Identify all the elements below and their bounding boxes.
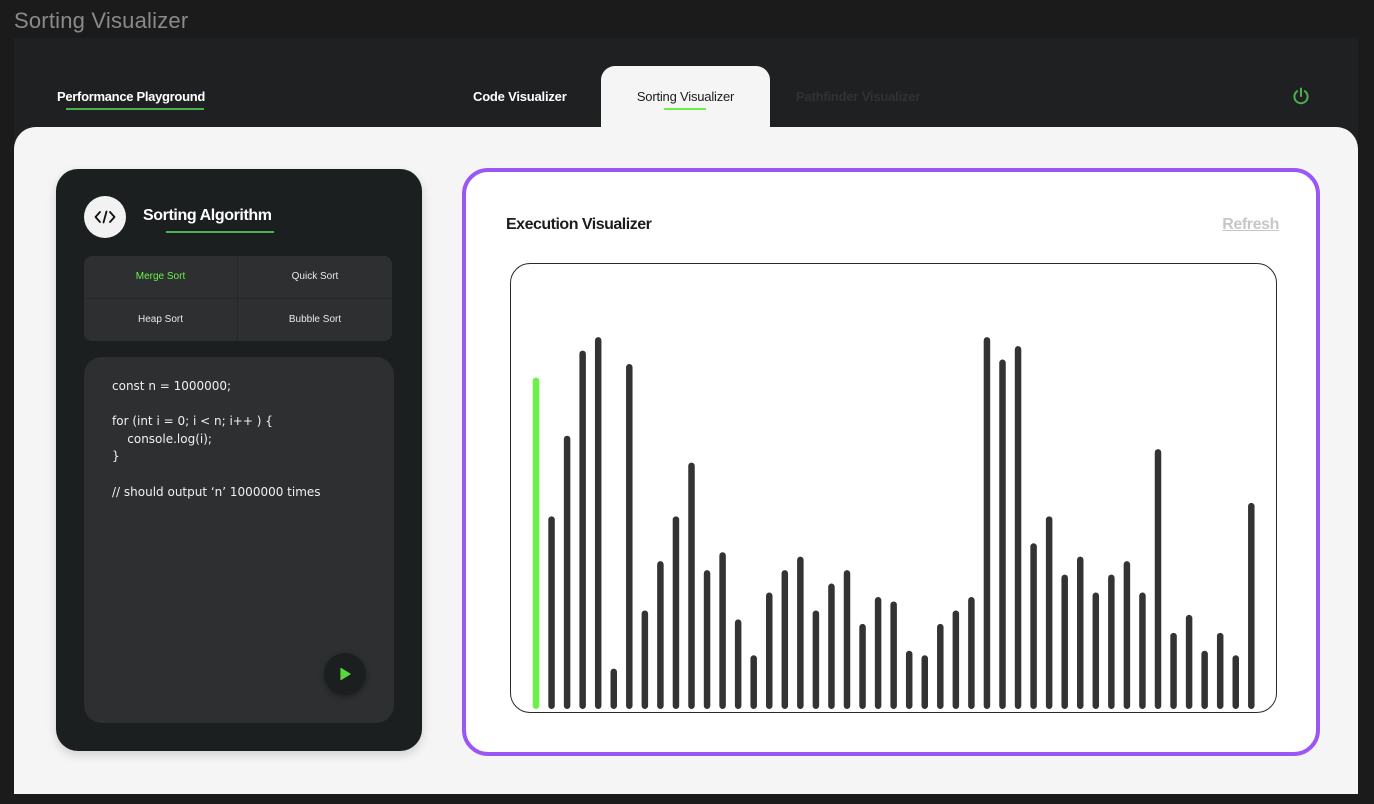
bar: [579, 350, 586, 709]
sorting-algorithm-title: Sorting Algorithm: [143, 207, 272, 224]
bar: [1014, 346, 1022, 709]
brand-title[interactable]: Performance Playground: [57, 89, 205, 104]
bar: [672, 516, 680, 709]
bar: [594, 337, 602, 709]
tab-code-visualizer[interactable]: Code Visualizer: [473, 89, 567, 104]
bar: [968, 597, 975, 709]
bar: [952, 610, 960, 709]
bar: [626, 364, 633, 709]
sorting-algorithm-card: Sorting Algorithm Merge Sort Quick Sort …: [56, 169, 422, 751]
tab-sorting-visualizer-label: Sorting Visualizer: [636, 89, 735, 104]
bar: [750, 655, 757, 709]
bar: [1139, 592, 1146, 709]
tab-sorting-visualizer[interactable]: Sorting Visualizer: [601, 66, 770, 128]
algorithm-selector: Merge Sort Quick Sort Heap Sort Bubble S…: [84, 256, 392, 341]
code-text[interactable]: const n = 1000000; for (int i = 0; i < n…: [112, 378, 321, 501]
bar: [781, 570, 789, 709]
code-editor[interactable]: const n = 1000000; for (int i = 0; i < n…: [84, 357, 394, 723]
execution-visualizer-title: Execution Visualizer: [506, 216, 652, 233]
execution-visualizer-card: Execution Visualizer Refresh: [462, 168, 1320, 756]
bar: [703, 570, 711, 709]
option-merge-sort[interactable]: Merge Sort: [84, 256, 238, 299]
bar: [548, 516, 555, 709]
bar: [610, 668, 617, 709]
bar: [1092, 592, 1100, 709]
bar: [1061, 574, 1068, 709]
bar: [843, 570, 851, 709]
brand-underline: [66, 108, 204, 110]
bar: [1045, 516, 1053, 709]
bar: [1216, 632, 1224, 709]
code-icon: [84, 196, 126, 238]
run-button[interactable]: [324, 653, 366, 695]
bar: [797, 556, 804, 709]
refresh-button[interactable]: Refresh: [1222, 216, 1279, 234]
bar: [1154, 449, 1162, 709]
bar: [1108, 574, 1115, 709]
bar: [1123, 561, 1131, 709]
bar: [1170, 632, 1177, 709]
bars-chart: [532, 337, 1255, 709]
bar: [657, 561, 664, 709]
bar-active: [532, 377, 540, 709]
option-heap-sort[interactable]: Heap Sort: [84, 298, 238, 341]
power-icon[interactable]: [1291, 86, 1311, 106]
bar: [734, 619, 742, 709]
bar: [983, 337, 991, 709]
active-tab-indicator: [664, 108, 706, 110]
bar: [719, 552, 726, 709]
bar: [688, 462, 695, 709]
play-icon: [340, 667, 351, 681]
bar: [905, 650, 913, 709]
bar: [1232, 655, 1239, 709]
bar: [766, 592, 773, 709]
bar: [999, 359, 1006, 709]
bar: [1201, 650, 1208, 709]
bar: [859, 623, 866, 709]
option-bubble-sort[interactable]: Bubble Sort: [238, 299, 392, 342]
bar: [1030, 543, 1037, 709]
bar: [812, 610, 820, 709]
bar: [1077, 556, 1084, 709]
bar: [1248, 502, 1255, 709]
bar: [828, 583, 835, 709]
bar: [874, 597, 882, 709]
window-title: Sorting Visualizer: [14, 8, 189, 33]
bar: [641, 610, 649, 709]
app-frame: Performance Playground Code Visualizer S…: [14, 38, 1358, 794]
option-quick-sort[interactable]: Quick Sort: [238, 256, 392, 299]
tab-pathfinder-visualizer[interactable]: Pathfinder Visualizer: [796, 89, 920, 104]
bar: [1185, 614, 1193, 709]
bar: [890, 601, 897, 709]
bar: [937, 623, 944, 709]
title-underline: [166, 231, 274, 233]
bar: [921, 655, 928, 709]
bar: [563, 435, 571, 709]
bars-container: [510, 263, 1277, 713]
